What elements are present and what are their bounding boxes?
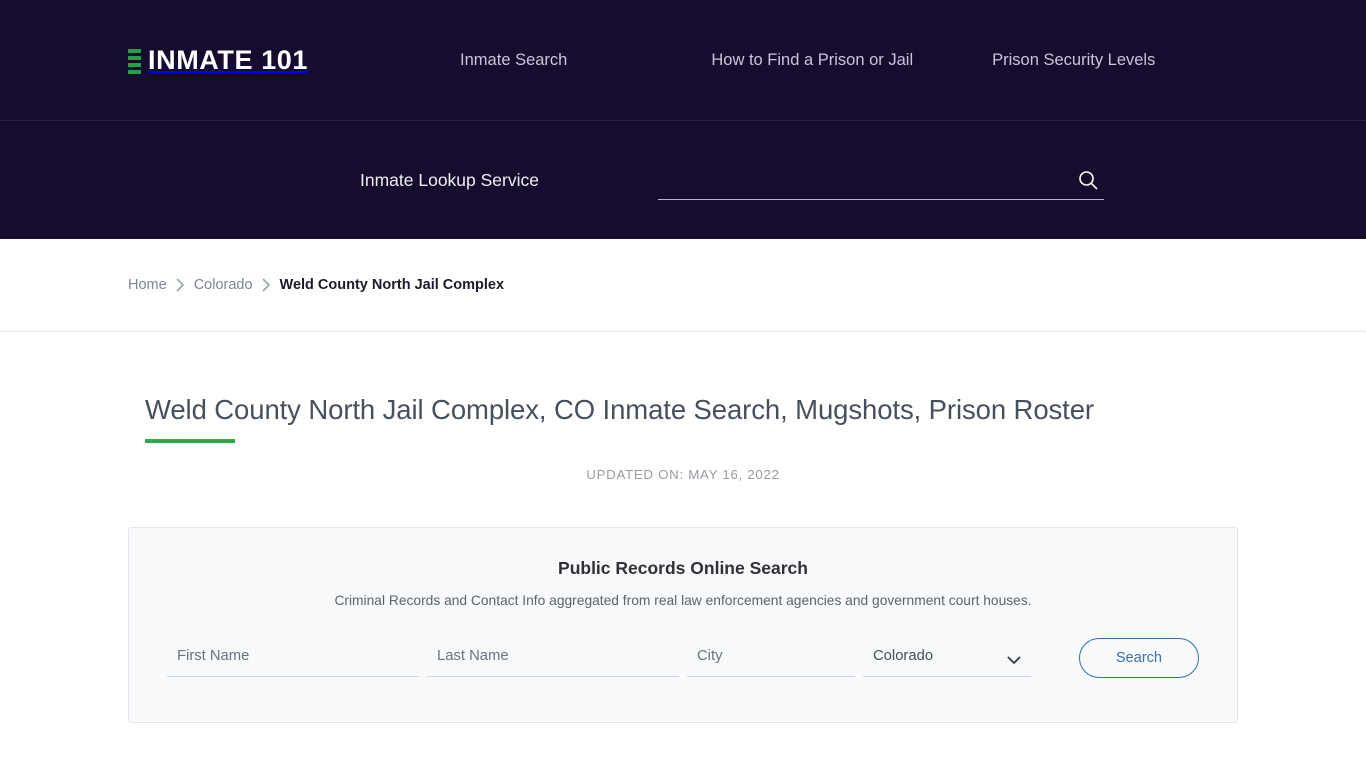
first-name-input[interactable] — [167, 639, 419, 677]
breadcrumb-bar: Home Colorado Weld County North Jail Com… — [0, 239, 1366, 332]
brand-name: INMATE 101 — [148, 45, 309, 75]
nav-inmate-search[interactable]: Inmate Search — [460, 51, 567, 70]
nav-prison-security-levels[interactable]: Prison Security Levels — [992, 51, 1155, 70]
first-name-field — [167, 639, 419, 677]
breadcrumb-item-home[interactable]: Home — [128, 277, 167, 293]
public-records-form: Colorado Search — [129, 638, 1237, 678]
site-logo[interactable]: INMATE 101 — [128, 47, 308, 74]
last-name-input[interactable] — [427, 639, 679, 677]
breadcrumb-item-colorado[interactable]: Colorado — [194, 277, 253, 293]
breadcrumb: Home Colorado Weld County North Jail Com… — [128, 277, 504, 293]
lookup-search-field — [658, 160, 1104, 200]
city-field — [687, 639, 855, 677]
city-input[interactable] — [687, 639, 855, 677]
updated-on-text: UPDATED ON: MAY 16, 2022 — [586, 467, 780, 482]
last-name-field — [427, 639, 679, 677]
title-accent-underline — [145, 439, 235, 443]
page-title: Weld County North Jail Complex, CO Inmat… — [145, 394, 1094, 425]
card-subtitle: Criminal Records and Contact Info aggreg… — [334, 593, 1032, 608]
search-input[interactable] — [658, 162, 1104, 200]
main-content: Weld County North Jail Complex, CO Inmat… — [0, 332, 1366, 723]
main-navigation: Inmate Search How to Find a Prison or Ja… — [460, 51, 1155, 70]
title-block: Weld County North Jail Complex, CO Inmat… — [145, 393, 1366, 443]
breadcrumb-item-current: Weld County North Jail Complex — [279, 277, 505, 293]
state-field: Colorado — [863, 639, 1031, 677]
bars-icon — [128, 47, 141, 74]
chevron-right-icon — [262, 278, 271, 292]
card-title: Public Records Online Search — [558, 558, 808, 578]
chevron-right-icon — [176, 278, 185, 292]
state-select[interactable]: Colorado — [863, 639, 1031, 677]
public-records-card: Public Records Online Search Criminal Re… — [128, 527, 1238, 723]
search-icon[interactable] — [1076, 168, 1100, 192]
site-header: INMATE 101 Inmate Search How to Find a P… — [0, 0, 1366, 121]
lookup-service-label: Inmate Lookup Service — [360, 169, 539, 190]
search-submit-button[interactable]: Search — [1079, 638, 1199, 678]
nav-how-to-find[interactable]: How to Find a Prison or Jail — [711, 51, 913, 70]
lookup-search-bar: Inmate Lookup Service — [0, 121, 1366, 239]
page-root: INMATE 101 Inmate Search How to Find a P… — [0, 0, 1366, 768]
